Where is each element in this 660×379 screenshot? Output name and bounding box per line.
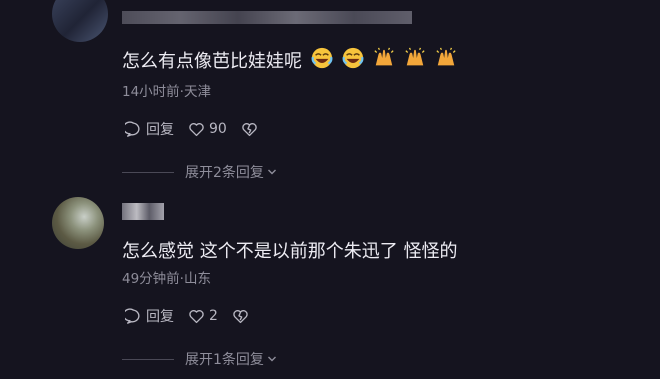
comment-body: 怎么感觉 这个不是以前那个朱迅了 怪怪的	[122, 241, 458, 262]
like-button[interactable]: 90	[188, 121, 227, 138]
divider	[122, 171, 174, 173]
laughing-crying-face-icon	[342, 47, 364, 69]
comment-bubble-icon	[125, 120, 140, 137]
raised-hands-icon	[405, 47, 425, 66]
raised-hands-icon	[374, 47, 394, 66]
reply-button[interactable]: 回复	[125, 306, 174, 326]
reply-button[interactable]: 回复	[125, 119, 174, 139]
like-count: 2	[209, 308, 218, 324]
chevron-down-icon	[267, 169, 276, 175]
comment-meta: 49分钟前·山东	[122, 271, 211, 287]
comment-actions: 回复 90	[125, 119, 258, 139]
expand-replies-label: 展开1条回复	[185, 352, 264, 368]
username-redacted[interactable]	[122, 11, 412, 24]
reply-label: 回复	[146, 122, 174, 138]
expand-replies-label: 展开2条回复	[185, 165, 264, 181]
comment-text: 怎么感觉 这个不是以前那个朱迅了 怪怪的	[122, 237, 457, 263]
heart-icon	[189, 122, 204, 136]
laughing-crying-face-icon	[311, 47, 333, 69]
dislike-button[interactable]	[232, 308, 249, 325]
chevron-down-icon	[267, 356, 276, 362]
raised-hands-icon	[436, 47, 456, 66]
comment-meta: 14小时前·天津	[122, 84, 211, 100]
broken-heart-icon	[233, 309, 248, 323]
comment-text: 怎么有点像芭比娃娃呢	[122, 47, 457, 73]
comment-actions: 回复 2	[125, 306, 249, 326]
expand-replies-button[interactable]: 展开2条回复	[122, 162, 277, 182]
like-button[interactable]: 2	[188, 308, 218, 325]
comment-body: 怎么有点像芭比娃娃呢	[122, 51, 302, 72]
like-count: 90	[209, 121, 227, 137]
reply-label: 回复	[146, 309, 174, 325]
dislike-button[interactable]	[241, 121, 258, 138]
avatar[interactable]	[52, 0, 108, 42]
broken-heart-icon	[242, 122, 257, 136]
expand-replies-button[interactable]: 展开1条回复	[122, 349, 277, 369]
divider	[122, 358, 174, 360]
avatar[interactable]	[52, 197, 104, 249]
heart-icon	[189, 309, 204, 323]
username-redacted[interactable]	[122, 203, 164, 220]
comment-bubble-icon	[125, 307, 140, 324]
